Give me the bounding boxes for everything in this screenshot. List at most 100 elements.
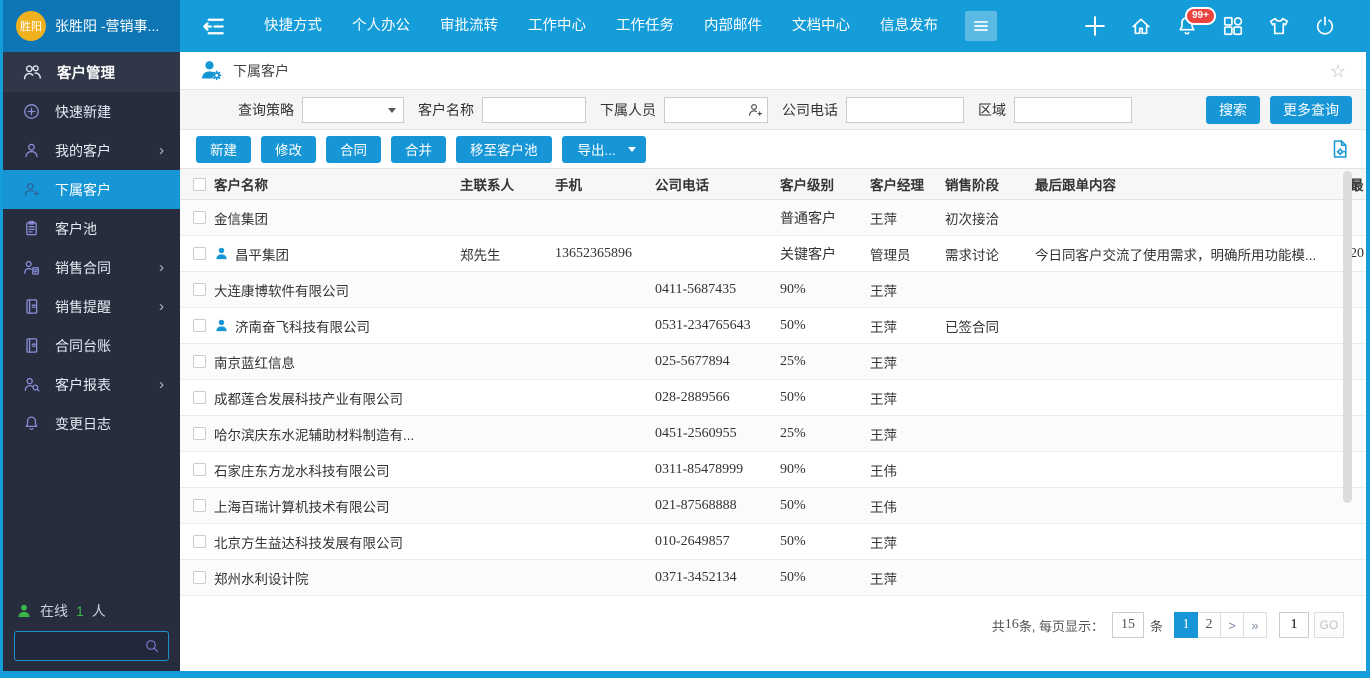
search-button[interactable]: 搜索 bbox=[1206, 96, 1260, 124]
column-header: 客户级别 bbox=[780, 174, 870, 194]
column-header: 销售阶段 bbox=[945, 174, 1035, 194]
topnav-item[interactable]: 工作任务 bbox=[601, 0, 689, 52]
goto-page-input[interactable] bbox=[1279, 612, 1309, 638]
sidebar-search-input[interactable] bbox=[15, 639, 144, 654]
row-checkbox[interactable] bbox=[193, 427, 206, 440]
more-query-button[interactable]: 更多查询 bbox=[1270, 96, 1352, 124]
action-button[interactable]: 移至客户池 bbox=[456, 136, 552, 163]
sidebar-item[interactable]: 合同台账 bbox=[3, 326, 180, 365]
row-checkbox[interactable] bbox=[193, 355, 206, 368]
apps-icon[interactable] bbox=[1222, 15, 1244, 37]
row-checkbox[interactable] bbox=[193, 211, 206, 224]
table-row[interactable]: 大连康博软件有限公司0411-568743590%王萍 bbox=[180, 272, 1366, 308]
company-phone-input[interactable] bbox=[846, 97, 964, 123]
add-icon[interactable] bbox=[1084, 15, 1106, 37]
action-button[interactable]: 合同 bbox=[326, 136, 381, 163]
sidebar-item[interactable]: 客户报表› bbox=[3, 365, 180, 404]
table-row[interactable]: 南京蓝红信息025-567789425%王萍 bbox=[180, 344, 1366, 380]
row-checkbox[interactable] bbox=[193, 283, 206, 296]
theme-shirt-icon[interactable] bbox=[1268, 15, 1290, 37]
action-button[interactable]: 合并 bbox=[391, 136, 446, 163]
table-row[interactable]: 济南奋飞科技有限公司0531-23476564350%王萍已签合同 bbox=[180, 308, 1366, 344]
row-checkbox[interactable] bbox=[193, 247, 206, 260]
topnav-item[interactable]: 工作中心 bbox=[513, 0, 601, 52]
row-checkbox[interactable] bbox=[193, 391, 206, 404]
customer-name: 上海百瑞计算机技术有限公司 bbox=[214, 496, 398, 516]
topnav-item[interactable]: 内部邮件 bbox=[689, 0, 777, 52]
region-input[interactable] bbox=[1014, 97, 1132, 123]
user-area[interactable]: 胜阳 张胜阳 -营销事... bbox=[3, 0, 180, 52]
strategy-select[interactable] bbox=[302, 97, 404, 123]
page-size-select[interactable]: 15 bbox=[1112, 612, 1144, 638]
collapse-menu-icon[interactable] bbox=[200, 13, 227, 40]
more-menu-button[interactable] bbox=[965, 11, 997, 41]
chevron-right-icon: › bbox=[159, 299, 164, 314]
select-all-checkbox[interactable] bbox=[193, 178, 206, 191]
sidebar-item[interactable]: 销售合同› bbox=[3, 248, 180, 287]
home-icon[interactable] bbox=[1130, 15, 1152, 37]
table-row[interactable]: 石家庄东方龙水科技有限公司0311-8547899990%王伟 bbox=[180, 452, 1366, 488]
favorite-star-icon[interactable]: ☆ bbox=[1330, 62, 1346, 80]
table-scrollbar[interactable] bbox=[1343, 171, 1352, 503]
sidebar: 客户管理 快速新建我的客户›下属客户客户池销售合同›销售提醒›合同台账客户报表›… bbox=[3, 52, 180, 671]
topnav-item[interactable]: 快捷方式 bbox=[249, 0, 337, 52]
next-page-button[interactable]: > bbox=[1220, 612, 1244, 638]
page-button[interactable]: 1 bbox=[1174, 612, 1198, 638]
table-row[interactable]: 郑州水利设计院0371-345213450%王萍 bbox=[180, 560, 1366, 596]
customer-name: 昌平集团 bbox=[235, 244, 297, 264]
table-row[interactable]: 北京方生益达科技发展有限公司010-264985750%王萍 bbox=[180, 524, 1366, 560]
search-icon[interactable] bbox=[144, 638, 160, 654]
column-header: 客户经理 bbox=[870, 174, 945, 194]
avatar[interactable]: 胜阳 bbox=[16, 11, 46, 41]
customer-name-cell: 南京蓝红信息 bbox=[214, 352, 460, 372]
action-button[interactable]: 新建 bbox=[196, 136, 251, 163]
export-button[interactable]: 导出... bbox=[562, 136, 646, 163]
table-row[interactable]: 哈尔滨庆东水泥辅助材料制造有...0451-256095525%王萍 bbox=[180, 416, 1366, 452]
table-row[interactable]: 昌平集团郑先生13652365896关键客户管理员需求讨论今日同客户交流了使用需… bbox=[180, 236, 1366, 272]
row-checkbox[interactable] bbox=[193, 319, 206, 332]
row-checkbox[interactable] bbox=[193, 535, 206, 548]
row-checkbox[interactable] bbox=[193, 499, 206, 512]
table-row[interactable]: 成都莲合发展科技产业有限公司028-288956650%王萍 bbox=[180, 380, 1366, 416]
topnav-item[interactable]: 个人办公 bbox=[337, 0, 425, 52]
power-logout-icon[interactable] bbox=[1314, 15, 1336, 37]
chevron-down-icon bbox=[628, 147, 636, 152]
row-checkbox[interactable] bbox=[193, 463, 206, 476]
sidebar-item[interactable]: 客户池 bbox=[3, 209, 180, 248]
pagination: 共 16 条, 每页显示： 15 条 12>» GO bbox=[180, 596, 1366, 638]
customer-name-input[interactable] bbox=[482, 97, 586, 123]
person-doc-icon bbox=[23, 259, 40, 276]
sidebar-item[interactable]: 快速新建 bbox=[3, 92, 180, 131]
row-checkbox[interactable] bbox=[193, 571, 206, 584]
sidebar-item-label: 客户报表 bbox=[55, 375, 111, 395]
table-row[interactable]: 金信集团普通客户王萍初次接洽 bbox=[180, 200, 1366, 236]
notifications-icon[interactable]: 99+ bbox=[1176, 15, 1198, 37]
document-settings-icon[interactable] bbox=[1330, 139, 1350, 159]
customer-name: 石家庄东方龙水科技有限公司 bbox=[214, 460, 398, 480]
person-icon bbox=[23, 142, 40, 159]
customer-name-cell: 昌平集团 bbox=[214, 244, 460, 264]
topnav-item[interactable]: 信息发布 bbox=[865, 0, 953, 52]
sidebar-item[interactable]: 下属客户 bbox=[3, 170, 180, 209]
page-buttons: 12>» bbox=[1175, 612, 1267, 638]
level-cell: 50% bbox=[780, 498, 870, 514]
company-phone-cell: 010-2649857 bbox=[655, 534, 780, 550]
topnav-item[interactable]: 文档中心 bbox=[777, 0, 865, 52]
customer-name-cell: 金信集团 bbox=[214, 208, 460, 228]
topnav-item[interactable]: 审批流转 bbox=[425, 0, 513, 52]
action-button[interactable]: 修改 bbox=[261, 136, 316, 163]
person-add-icon[interactable] bbox=[747, 102, 763, 118]
sidebar-item[interactable]: 销售提醒› bbox=[3, 287, 180, 326]
page-button[interactable]: 2 bbox=[1197, 612, 1221, 638]
sidebar-item[interactable]: 变更日志 bbox=[3, 404, 180, 443]
customer-name: 金信集团 bbox=[214, 208, 276, 228]
last-page-button[interactable]: » bbox=[1243, 612, 1267, 638]
go-button[interactable]: GO bbox=[1314, 612, 1344, 638]
customer-table: 客户名称主联系人手机公司电话客户级别客户经理销售阶段最后跟单内容最 金信集团普通… bbox=[180, 168, 1366, 596]
crm-app: 胜阳 张胜阳 -营销事... 快捷方式个人办公审批流转工作中心工作任务内部邮件文… bbox=[0, 0, 1370, 678]
sidebar-header-customer-management[interactable]: 客户管理 bbox=[3, 52, 180, 92]
table-row[interactable]: 上海百瑞计算机技术有限公司021-8756888850%王伟 bbox=[180, 488, 1366, 524]
table-body: 金信集团普通客户王萍初次接洽昌平集团郑先生13652365896关键客户管理员需… bbox=[180, 200, 1366, 596]
sidebar-item[interactable]: 我的客户› bbox=[3, 131, 180, 170]
customer-name-cell: 郑州水利设计院 bbox=[214, 568, 460, 588]
